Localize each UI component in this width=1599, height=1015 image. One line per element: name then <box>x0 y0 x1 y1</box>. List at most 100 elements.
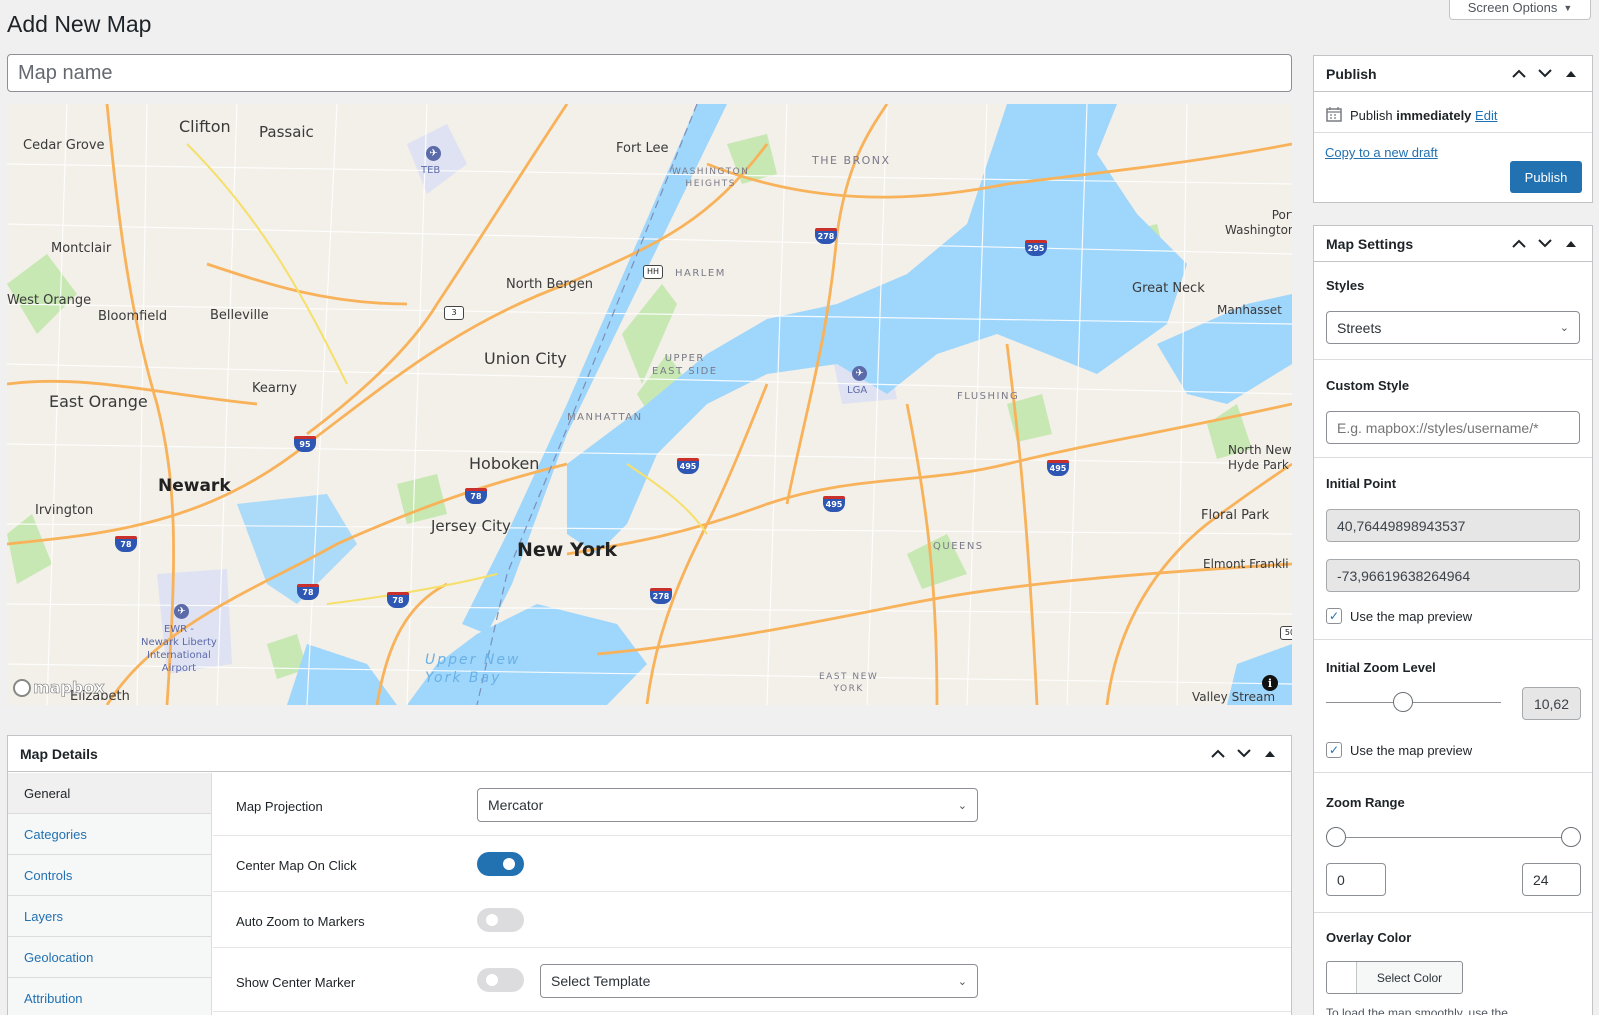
chevron-up-icon[interactable] <box>1510 65 1528 83</box>
zoom-range-max-thumb[interactable] <box>1561 827 1581 847</box>
interstate-shield: 278 <box>650 588 672 604</box>
select-color-label: Select Color <box>1376 970 1443 985</box>
center-marker-label: Show Center Marker <box>236 975 356 990</box>
select-color-button[interactable]: Select Color <box>1326 961 1463 994</box>
map-details-box: Map Details General Categories Controls … <box>7 735 1292 1015</box>
map-label-east-orange: East Orange <box>49 392 148 411</box>
road-sign: 50 <box>1280 626 1292 640</box>
tab-controls[interactable]: Controls <box>8 855 211 896</box>
zoom-range-label: Zoom Range <box>1326 795 1405 810</box>
color-swatch <box>1327 962 1357 993</box>
initial-point-lng-input[interactable]: -73,96619638264964 <box>1326 559 1580 592</box>
divider <box>1314 639 1592 640</box>
auto-zoom-label: Auto Zoom to Markers <box>236 914 365 929</box>
publish-prefix: Publish <box>1350 108 1393 123</box>
interstate-shield: 295 <box>1025 240 1047 256</box>
zoom-slider-thumb[interactable] <box>1393 692 1413 712</box>
caret-up-icon[interactable] <box>1562 65 1580 83</box>
map-label-queens: QUEENS <box>933 541 984 552</box>
chevron-down-icon: ⌄ <box>957 975 967 988</box>
checkbox-checked[interactable]: ✓ <box>1326 608 1342 624</box>
initial-point-lat-input[interactable]: 40,76449898943537 <box>1326 509 1580 542</box>
help-text: To load the map smoothly, use the <box>1326 1006 1508 1015</box>
map-label-union-city: Union City <box>484 349 567 368</box>
map-label-hoboken: Hoboken <box>469 454 540 473</box>
checkbox-checked[interactable]: ✓ <box>1326 742 1342 758</box>
chevron-down-icon[interactable] <box>1536 235 1554 253</box>
map-label-north-bergen: North Bergen <box>506 277 594 292</box>
map-label-harlem: HARLEM <box>675 268 726 279</box>
map-label-jersey-city: Jersey City <box>431 517 511 535</box>
map-label-irvington: Irvington <box>35 503 94 518</box>
custom-style-input[interactable] <box>1326 411 1580 444</box>
zoom-range-min-thumb[interactable] <box>1326 827 1346 847</box>
airport-icon: ✈ <box>174 604 189 619</box>
map-label-cedar-grove: Cedar Grove <box>23 138 105 153</box>
map-label-kearny: Kearny <box>252 381 297 396</box>
chevron-down-icon[interactable] <box>1536 65 1554 83</box>
auto-zoom-toggle[interactable] <box>477 908 524 932</box>
center-marker-toggle[interactable] <box>477 968 524 992</box>
info-icon[interactable]: i <box>1262 675 1278 691</box>
screen-options-toggle[interactable]: Screen Options ▼ <box>1449 0 1591 20</box>
road-sign: 3 <box>444 306 464 320</box>
field-center-map-on-click: Center Map On Click <box>213 836 1291 892</box>
calendar-icon <box>1326 106 1342 125</box>
map-label-ewr: EWR - Newark Liberty International Airpo… <box>141 624 217 674</box>
use-map-preview-row-1[interactable]: ✓ Use the map preview <box>1326 608 1472 624</box>
zoom-value-input[interactable]: 10,62 <box>1522 687 1581 720</box>
screen-options-label: Screen Options <box>1467 0 1558 15</box>
tab-attribution[interactable]: Attribution <box>8 978 211 1015</box>
copy-to-draft-link[interactable]: Copy to a new draft <box>1325 145 1438 160</box>
field-auto-zoom: Auto Zoom to Markers <box>213 892 1291 948</box>
tab-categories[interactable]: Categories <box>8 814 211 855</box>
chevron-up-icon[interactable] <box>1209 745 1227 763</box>
template-select[interactable]: Select Template ⌄ <box>540 964 978 998</box>
map-name-input[interactable] <box>7 54 1292 92</box>
mapbox-logo[interactable]: mapbox <box>13 678 105 697</box>
airport-icon: ✈ <box>426 146 441 161</box>
map-label-clifton: Clifton <box>179 117 231 136</box>
map-preview[interactable]: Clifton Passaic Cedar Grove ✈ TEB Fort L… <box>7 104 1292 705</box>
tab-general[interactable]: General <box>8 773 211 814</box>
caret-up-icon[interactable] <box>1562 235 1580 253</box>
mapbox-logo-icon <box>13 678 31 697</box>
zoom-min-input[interactable]: 0 <box>1326 863 1386 896</box>
map-canvas <box>7 104 1292 705</box>
interstate-shield: 95 <box>294 436 316 452</box>
styles-select[interactable]: Streets ⌄ <box>1326 311 1580 344</box>
zoom-slider-track[interactable] <box>1326 702 1501 703</box>
publish-edit-link[interactable]: Edit <box>1475 108 1497 123</box>
divider <box>1314 132 1592 133</box>
chevron-up-icon[interactable] <box>1510 235 1528 253</box>
tab-layers[interactable]: Layers <box>8 896 211 937</box>
mapbox-logo-text: mapbox <box>33 678 105 698</box>
tab-geolocation[interactable]: Geolocation <box>8 937 211 978</box>
divider <box>1314 912 1592 913</box>
initial-zoom-label: Initial Zoom Level <box>1326 660 1436 675</box>
field-center-marker: Show Center Marker Select Template ⌄ <box>213 948 1291 1012</box>
use-map-preview-row-2[interactable]: ✓ Use the map preview <box>1326 742 1472 758</box>
caret-down-icon: ▼ <box>1563 2 1573 13</box>
map-projection-select[interactable]: Mercator ⌄ <box>477 788 978 822</box>
center-click-toggle[interactable] <box>477 852 524 876</box>
publish-when: immediately <box>1396 108 1472 123</box>
map-label-great-neck: Great Neck <box>1132 281 1205 296</box>
road-sign: HH <box>643 265 663 279</box>
map-label-east-new-york: EAST NEW YORK <box>819 672 879 694</box>
map-settings-title: Map Settings <box>1326 235 1414 252</box>
interstate-shield: 278 <box>815 228 837 244</box>
interstate-shield: 495 <box>1047 460 1069 476</box>
toggle-knob <box>503 858 515 870</box>
map-label-north-new-hyde-park: North New Hyde Park <box>1228 443 1292 472</box>
zoom-max-input[interactable]: 24 <box>1522 863 1581 896</box>
map-label-port-washington: Port Washington <box>1225 208 1292 237</box>
map-label-montclair: Montclair <box>51 241 112 256</box>
styles-value: Streets <box>1337 319 1382 336</box>
zoom-range-track[interactable] <box>1336 837 1576 838</box>
center-click-label: Center Map On Click <box>236 858 357 873</box>
map-details-title: Map Details <box>20 745 98 762</box>
caret-up-icon[interactable] <box>1261 745 1279 763</box>
publish-button[interactable]: Publish <box>1510 161 1582 193</box>
chevron-down-icon[interactable] <box>1235 745 1253 763</box>
